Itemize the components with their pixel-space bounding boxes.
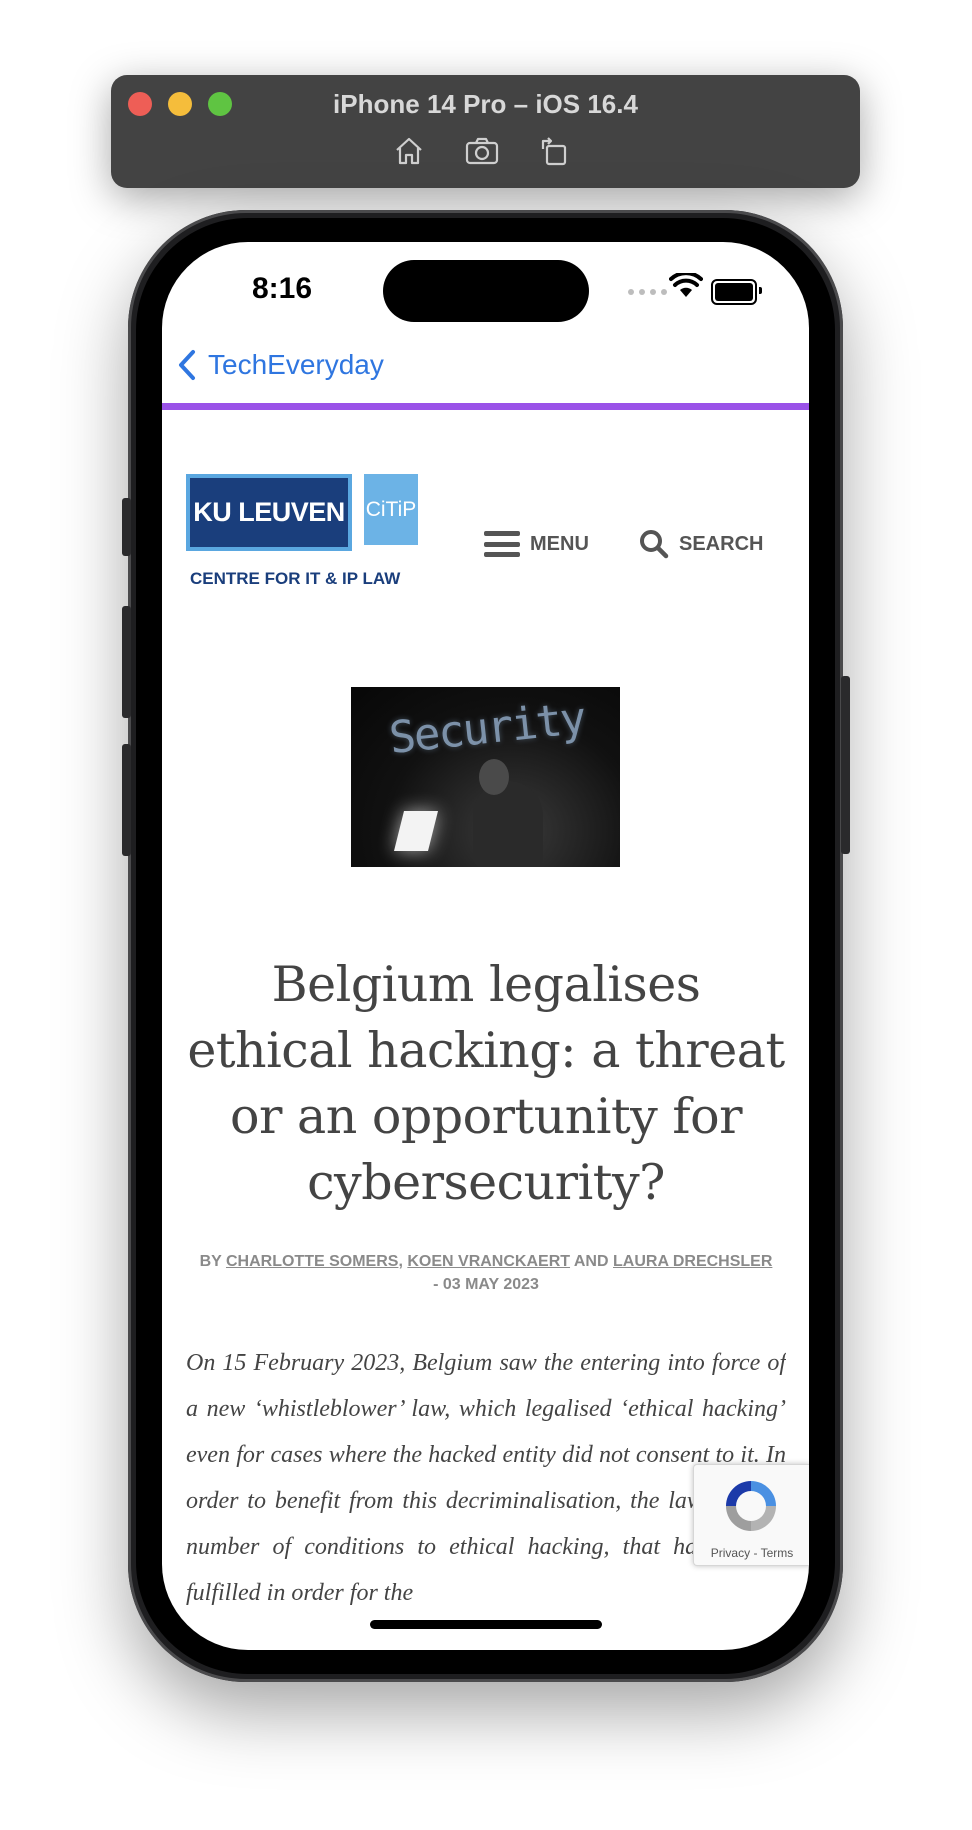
recaptcha-icon [726,1481,776,1531]
byline-and: AND [573,1253,609,1270]
search-label: SEARCH [679,532,764,555]
search-icon [640,530,669,559]
home-icon[interactable] [393,135,425,167]
hamburger-icon [484,531,520,557]
hero-person-shape [473,781,543,867]
recaptcha-privacy-link[interactable]: Privacy [711,1546,750,1560]
hero-laptop-shape [394,811,438,851]
back-to-app-button[interactable]: TechEveryday [176,348,384,382]
home-indicator[interactable] [370,1620,602,1629]
dynamic-island [383,260,589,322]
battery-icon [711,279,762,305]
status-time: 8:16 [252,272,313,305]
article-title: Belgium legalises ethical hacking: a thr… [187,956,785,1211]
author-link[interactable]: LAURA DRECHSLER [613,1253,772,1270]
author-link[interactable]: CHARLOTTE SOMERS [226,1253,398,1270]
phone-screen: 8:16 TechEveryday KU LEUVEN CiTiP CENTRE… [162,242,809,1650]
logo-badge: CiTiP [364,474,418,545]
action-button [122,498,131,556]
wifi-icon [669,273,703,297]
recaptcha-badge[interactable]: Privacy - Terms [693,1464,809,1566]
hero-head-shape [479,759,509,795]
volume-up-button [122,606,131,718]
volume-down-button [122,744,131,856]
site-logo[interactable]: KU LEUVEN CiTiP CENTRE FOR IT & IP LAW [186,474,418,592]
article-date: - 03 MAY 2023 [433,1276,539,1293]
simulator-title: iPhone 14 Pro – iOS 16.4 [333,89,638,119]
logo-subtitle: CENTRE FOR IT & IP LAW [190,569,401,588]
screenshot-icon[interactable] [464,135,500,167]
simulator-toolbar: iPhone 14 Pro – iOS 16.4 [111,75,860,188]
menu-label: MENU [530,532,589,555]
recaptcha-links: Privacy - Terms [710,1546,794,1560]
back-label: TechEveryday [208,349,384,380]
hero-overlay-text: Security [386,692,588,765]
logo-main: KU LEUVEN [186,474,352,551]
article-hero-image: Security [351,687,620,867]
menu-button[interactable]: MENU [484,531,589,557]
rotate-icon[interactable] [539,135,571,167]
cellular-signal-icon [628,289,667,295]
recaptcha-terms-link[interactable]: Terms [761,1546,794,1560]
search-button[interactable]: SEARCH [639,529,763,559]
author-link[interactable]: KOEN VRANCKAERT [407,1253,570,1270]
power-button [841,676,850,854]
header-accent-bar [162,403,809,410]
article-byline: BY CHARLOTTE SOMERS, KOEN VRANCKAERT AND… [199,1253,773,1293]
chevron-left-icon [179,350,195,380]
byline-prefix: BY [199,1253,222,1270]
